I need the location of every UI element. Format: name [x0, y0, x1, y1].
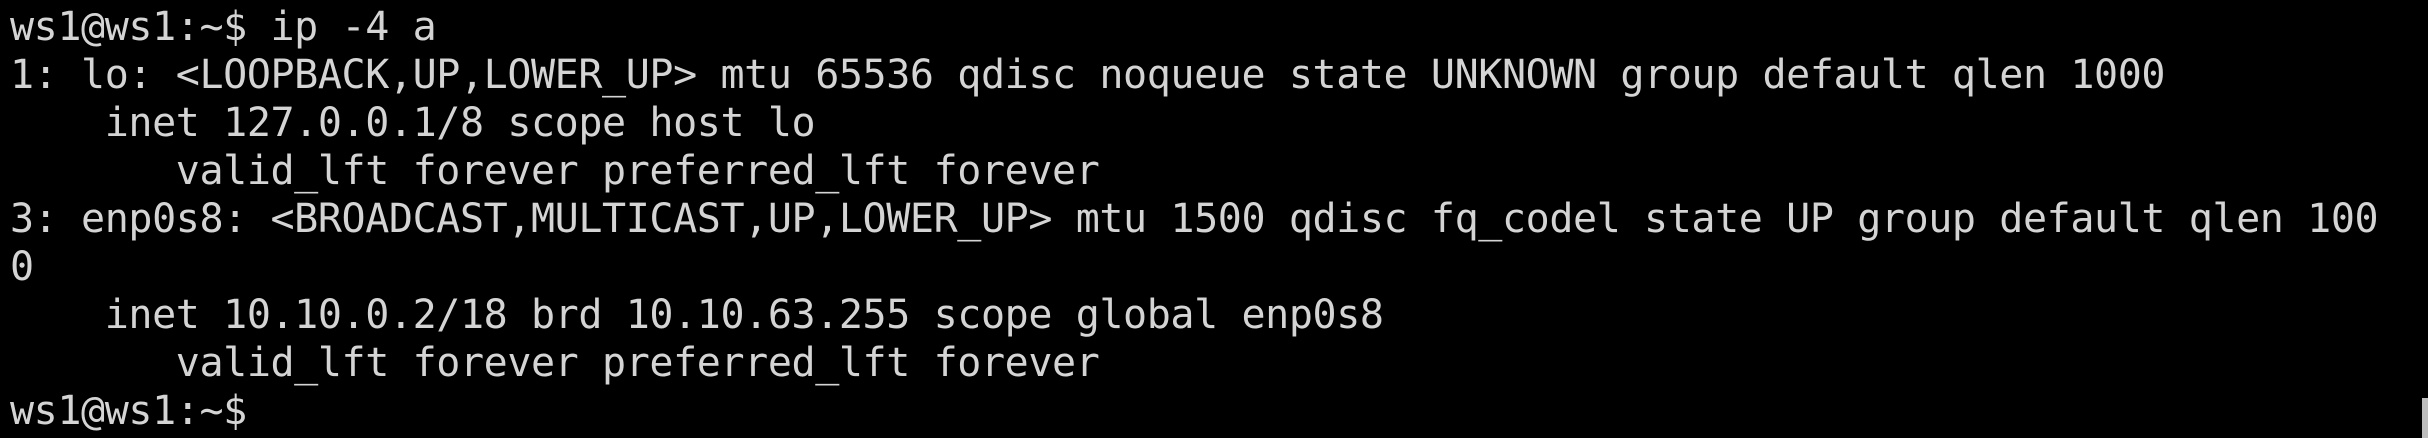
output-line-enp0s8-inet: inet 10.10.0.2/18 brd 10.10.63.255 scope… [10, 292, 1384, 338]
output-line-lo-interface: 1: lo: <LOOPBACK,UP,LOWER_UP> mtu 65536 … [10, 52, 2166, 98]
terminal-window[interactable]: ws1@ws1:~$ ip -4 a 1: lo: <LOOPBACK,UP,L… [0, 0, 2428, 438]
scrollbar-thumb[interactable] [2422, 398, 2428, 438]
output-line-lo-inet: inet 127.0.0.1/8 scope host lo [10, 100, 816, 146]
output-line-enp0s8-wrap: 0 [10, 244, 34, 290]
output-line-lo-lifetime: valid_lft forever preferred_lft forever [10, 148, 1100, 194]
output-line-enp0s8-interface: 3: enp0s8: <BROADCAST,MULTICAST,UP,LOWER… [10, 196, 2379, 242]
prompt-line[interactable]: ws1@ws1:~$ [10, 387, 271, 435]
output-line-enp0s8-lifetime: valid_lft forever preferred_lft forever [10, 340, 1100, 386]
prompt-command-line: ws1@ws1:~$ ip -4 a [10, 4, 437, 50]
